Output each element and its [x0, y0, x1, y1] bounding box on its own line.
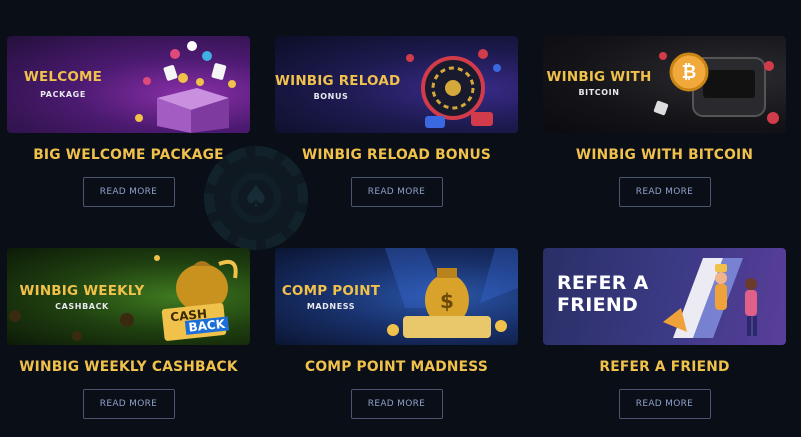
promo-card-reload: WINBIG RELOAD BONUS WINBIG RELOAD BONUS … [275, 36, 518, 207]
read-more-button[interactable]: READ MORE [350, 389, 443, 419]
read-more-button[interactable]: READ MORE [618, 177, 711, 207]
banner-title-line2: FRIEND [557, 294, 639, 316]
banner-title: WINBIG RELOAD [275, 73, 401, 89]
promo-card-bitcoin: ₿ WINBIG WITH BITCOIN WINBIG WITH BITCOI… [543, 36, 786, 207]
promo-card-comp-point: $ COMP POINT MADNESS COMP POINT MADNESS … [275, 248, 518, 419]
banner-title: WINBIG WITH [546, 69, 652, 85]
promo-banner-refer[interactable]: REFER A FRIEND [543, 248, 786, 345]
banner-subtitle: BITCOIN [578, 88, 620, 97]
banner-title-line1: REFER A [557, 272, 649, 294]
promo-card-cashback: CASH BACK WINBIG WEEKLY CASHBACK WINBIG … [7, 248, 250, 419]
promo-banner-cashback[interactable]: CASH BACK WINBIG WEEKLY CASHBACK [7, 248, 250, 345]
promo-title: REFER A FRIEND [599, 359, 730, 375]
banner-title: COMP POINT [281, 283, 381, 299]
promo-card-welcome: WELCOME PACKAGE BIG WELCOME PACKAGE READ… [7, 36, 250, 207]
banner-title: WINBIG WEEKLY [19, 283, 145, 299]
promo-title: COMP POINT MADNESS [305, 359, 488, 375]
promo-banner-reload[interactable]: WINBIG RELOAD BONUS [275, 36, 518, 133]
banner-title: REFER A FRIEND [557, 272, 649, 316]
promo-card-refer: REFER A FRIEND REFER A FRIEND READ MORE [543, 248, 786, 419]
cashback-badge: CASH BACK [161, 302, 229, 342]
promo-banner-welcome[interactable]: WELCOME PACKAGE [7, 36, 250, 133]
cashback-badge-line2: BACK [184, 316, 229, 335]
banner-title: WELCOME [23, 69, 103, 85]
promo-title: WINBIG RELOAD BONUS [301, 147, 492, 163]
promo-banner-comp-point[interactable]: $ COMP POINT MADNESS [275, 248, 518, 345]
read-more-button[interactable]: READ MORE [618, 389, 711, 419]
read-more-button[interactable]: READ MORE [82, 177, 175, 207]
promo-title: WINBIG WEEKLY CASHBACK [19, 359, 238, 375]
svg-text:$: $ [440, 289, 454, 313]
read-more-button[interactable]: READ MORE [82, 389, 175, 419]
svg-text:₿: ₿ [682, 62, 697, 83]
banner-subtitle: MADNESS [306, 302, 356, 311]
banner-subtitle: CASHBACK [55, 302, 109, 311]
banner-subtitle: BONUS [313, 92, 349, 101]
promo-title: BIG WELCOME PACKAGE [33, 147, 224, 163]
promo-banner-bitcoin[interactable]: ₿ WINBIG WITH BITCOIN [543, 36, 786, 133]
promo-title: WINBIG WITH BITCOIN [575, 147, 754, 163]
read-more-button[interactable]: READ MORE [350, 177, 443, 207]
banner-subtitle: PACKAGE [40, 90, 86, 99]
